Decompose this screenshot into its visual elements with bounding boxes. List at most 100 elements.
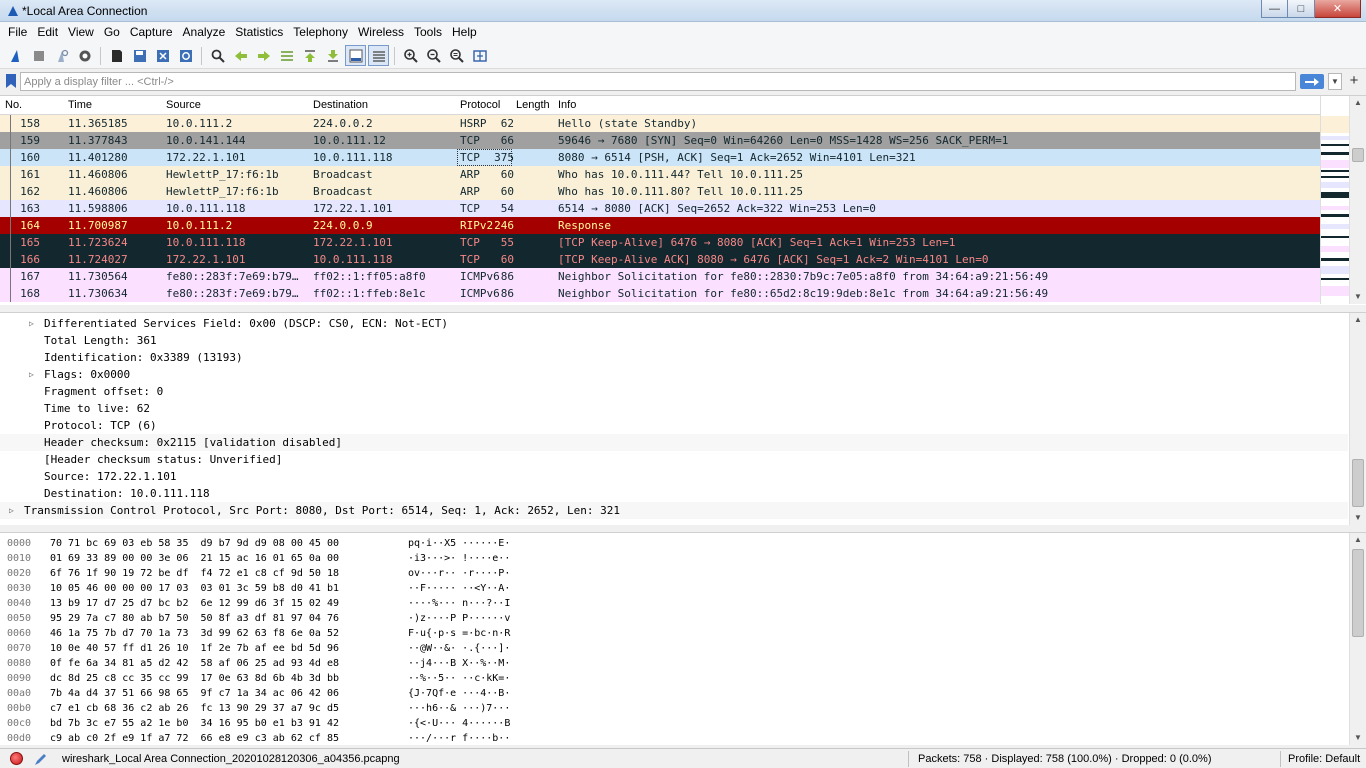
menu-edit[interactable]: Edit [32, 22, 63, 43]
packet-minimap[interactable] [1320, 96, 1349, 304]
scroll-down-arrow-icon[interactable]: ▼ [1350, 731, 1366, 745]
packet-row[interactable]: 159 11.377843 10.0.141.144 10.0.111.12 TCP 66… [0, 132, 1320, 149]
detail-row[interactable]: Time to live: 62 [0, 400, 1348, 417]
filter-history-dropdown[interactable]: ▼ [1328, 73, 1342, 90]
expand-arrow-icon[interactable]: ▷ [29, 315, 34, 332]
reload-file-button[interactable] [175, 45, 196, 66]
add-filter-button[interactable]: + [1347, 72, 1361, 90]
packet-row[interactable]: 165 11.723624 10.0.111.118 172.22.1.101 TCP 5… [0, 234, 1320, 251]
scroll-thumb[interactable] [1352, 549, 1364, 637]
menu-wireless[interactable]: Wireless [353, 22, 409, 43]
menu-help[interactable]: Help [447, 22, 482, 43]
column-info[interactable]: Info [558, 99, 576, 111]
close-button[interactable]: ✕ [1315, 0, 1361, 18]
column-destination[interactable]: Destination [313, 99, 368, 111]
related-packet-marker [10, 217, 11, 234]
detail-row[interactable]: Header checksum: 0x2115 [validation disa… [0, 434, 1348, 451]
display-filter-input[interactable] [20, 72, 1296, 91]
scroll-up-arrow-icon[interactable]: ▲ [1350, 96, 1366, 110]
toolbar-separator [201, 46, 202, 65]
menu-capture[interactable]: Capture [125, 22, 178, 43]
menu-go[interactable]: Go [99, 22, 125, 43]
stop-capture-button[interactable] [28, 45, 49, 66]
save-file-button[interactable] [129, 45, 150, 66]
open-file-button[interactable] [106, 45, 127, 66]
packet-list-scrollbar[interactable]: ▲ ▼ [1349, 96, 1366, 304]
bytes-scrollbar[interactable]: ▲ ▼ [1349, 533, 1366, 745]
expand-arrow-icon[interactable]: ▷ [29, 366, 34, 383]
normal-size-button[interactable] [446, 45, 467, 66]
auto-scroll-button[interactable] [345, 45, 366, 66]
packet-src: 172.22.1.101 [166, 151, 246, 164]
packet-row[interactable]: 163 11.598806 10.0.111.118 172.22.1.101 TCP 5… [0, 200, 1320, 217]
details-scrollbar[interactable]: ▲ ▼ [1349, 313, 1366, 525]
menu-file[interactable]: File [3, 22, 32, 43]
packet-len: 60 [500, 185, 514, 198]
detail-row[interactable]: ▷ Transmission Control Protocol, Src Port… [0, 502, 1348, 519]
detail-row[interactable]: Identification: 0x3389 (13193) [0, 349, 1348, 366]
expand-arrow-icon[interactable]: ▷ [9, 502, 14, 519]
save-file-icon [133, 49, 146, 62]
apply-filter-button[interactable] [1300, 74, 1324, 89]
packet-src: 10.0.111.118 [166, 202, 246, 215]
go-forward-button[interactable] [253, 45, 274, 66]
detail-row[interactable]: Destination: 10.0.111.118 [0, 485, 1348, 502]
menu-statistics[interactable]: Statistics [230, 22, 288, 43]
scroll-thumb[interactable] [1352, 459, 1364, 507]
restart-capture-button[interactable] [51, 45, 72, 66]
scroll-up-arrow-icon[interactable]: ▲ [1350, 533, 1366, 547]
detail-row[interactable]: ▷ Flags: 0x0000 [0, 366, 1348, 383]
packet-no: 167 [20, 270, 40, 283]
first-packet-button[interactable] [299, 45, 320, 66]
capture-options-button[interactable] [74, 45, 95, 66]
bookmark-icon[interactable] [4, 73, 18, 89]
detail-row[interactable]: ▷ Differentiated Services Field: 0x00 (DS… [0, 315, 1348, 332]
detail-row[interactable]: Source: 172.22.1.101 [0, 468, 1348, 485]
menu-tools[interactable]: Tools [409, 22, 447, 43]
last-packet-button[interactable] [322, 45, 343, 66]
scroll-down-arrow-icon[interactable]: ▼ [1350, 290, 1366, 304]
related-packet-marker [10, 132, 11, 149]
column-protocol[interactable]: Protocol [460, 99, 500, 111]
colorize-button[interactable] [368, 45, 389, 66]
menu-view[interactable]: View [63, 22, 99, 43]
scroll-up-arrow-icon[interactable]: ▲ [1350, 313, 1366, 327]
start-capture-button[interactable] [5, 45, 26, 66]
packet-row[interactable]: 161 11.460806 HewlettP_17:f6:1b Broadcast AR… [0, 166, 1320, 183]
packet-row[interactable]: 168 11.730634 fe80::283f:7e69:b79… ff02::1:… [0, 285, 1320, 302]
find-packet-button[interactable] [207, 45, 228, 66]
packet-row[interactable]: 166 11.724027 172.22.1.101 10.0.111.118 TCP 6… [0, 251, 1320, 268]
detail-row[interactable]: Fragment offset: 0 [0, 383, 1348, 400]
detail-row[interactable]: Total Length: 361 [0, 332, 1348, 349]
profile-selector[interactable]: Profile: Default [1288, 753, 1360, 765]
edit-comment-icon[interactable] [33, 751, 49, 767]
packet-row[interactable]: 167 11.730564 fe80::283f:7e69:b79… ff02::1:… [0, 268, 1320, 285]
zoom-out-button[interactable] [423, 45, 444, 66]
minimize-button[interactable]: — [1261, 0, 1288, 18]
expert-info-icon[interactable] [10, 752, 23, 765]
capture-file-name: wireshark_Local Area Connection_20201028… [62, 753, 400, 765]
zoom-in-button[interactable] [400, 45, 421, 66]
menu-telephony[interactable]: Telephony [288, 22, 353, 43]
scroll-down-arrow-icon[interactable]: ▼ [1350, 511, 1366, 525]
menu-analyze[interactable]: Analyze [178, 22, 231, 43]
column-source[interactable]: Source [166, 99, 201, 111]
go-back-button[interactable] [230, 45, 251, 66]
pane-splitter[interactable] [0, 525, 1366, 531]
packet-row[interactable]: 162 11.460806 HewlettP_17:f6:1b Broadcast AR… [0, 183, 1320, 200]
column-time[interactable]: Time [68, 99, 92, 111]
column-no[interactable]: No. [5, 99, 22, 111]
close-file-button[interactable] [152, 45, 173, 66]
go-to-packet-button[interactable] [276, 45, 297, 66]
detail-row[interactable]: Protocol: TCP (6) [0, 417, 1348, 434]
packet-row[interactable]: 158 11.365185 10.0.111.2 224.0.0.2 HSRP 62 Hel… [0, 115, 1320, 132]
pane-splitter[interactable] [0, 305, 1366, 311]
column-length[interactable]: Length [516, 99, 550, 111]
packet-row[interactable]: 160 11.401280 172.22.1.101 10.0.111.118 TCP 3… [0, 149, 1320, 166]
maximize-button[interactable]: □ [1288, 0, 1315, 18]
packet-row[interactable]: 164 11.700987 10.0.111.2 224.0.0.9 RIPv2 246 R… [0, 217, 1320, 234]
resize-columns-button[interactable] [469, 45, 490, 66]
packet-dst: 10.0.111.12 [313, 134, 386, 147]
detail-row[interactable]: [Header checksum status: Unverified] [0, 451, 1348, 468]
scroll-thumb[interactable] [1352, 148, 1364, 162]
